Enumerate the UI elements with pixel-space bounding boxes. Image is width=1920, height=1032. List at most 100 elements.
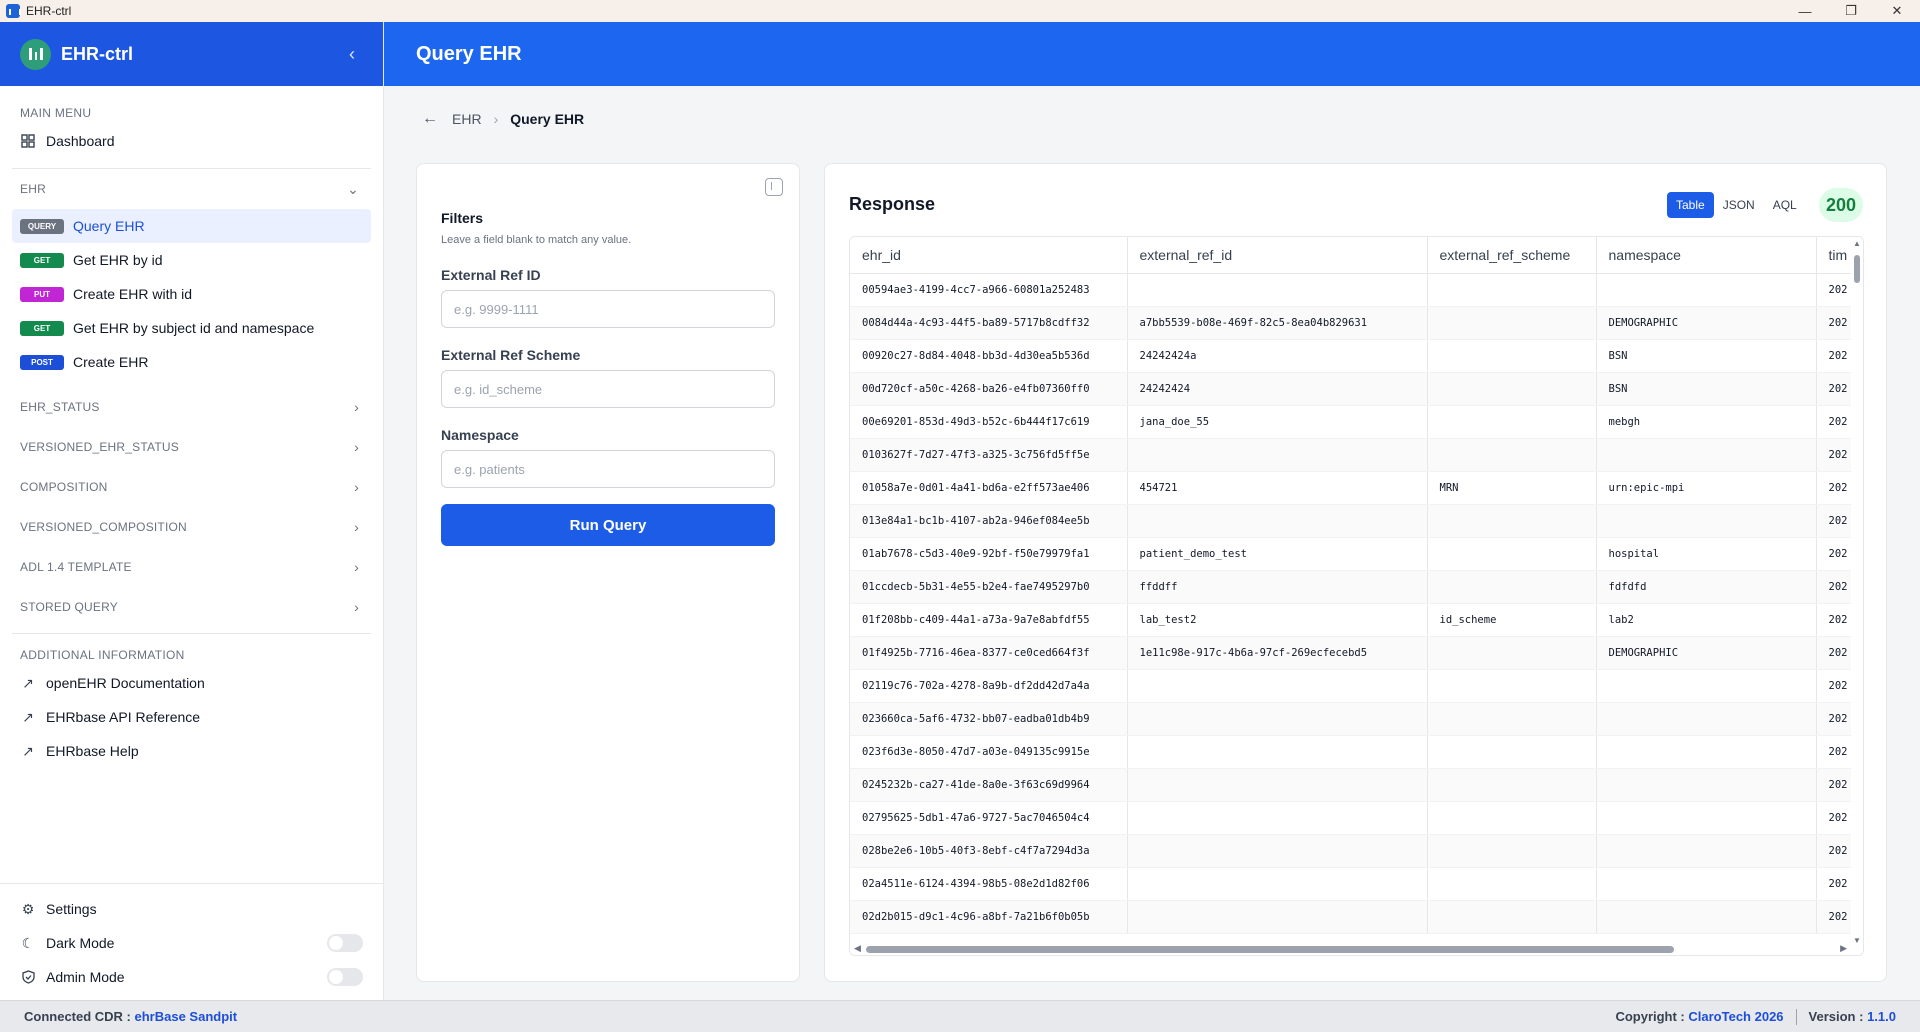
group-versioned-ehr-status[interactable]: VERSIONED_EHR_STATUS › [0,427,383,467]
table-row[interactable]: 023660ca-5af6-4732-bb07-eadba01db4b9 202 [850,702,1863,736]
table-cell: BSN [1596,372,1817,406]
link-label: EHRbase API Reference [46,709,201,725]
copyright-value: ClaroTech 2026 [1688,1009,1784,1024]
maximize-button[interactable]: ❐ [1828,0,1874,22]
table-cell [1596,702,1817,736]
table-row[interactable]: 01ccdecb-5b31-4e55-b2e4-fae7495297b0 ffdd… [850,570,1863,604]
sidebar-item-dashboard[interactable]: Dashboard [0,124,383,158]
endpoint-create-ehr-with-id[interactable]: PUT Create EHR with id [12,277,371,311]
minimize-button[interactable]: — [1782,0,1828,22]
view-tabs: Table JSON AQL [1667,192,1806,218]
table-cell [1596,504,1817,538]
link-ehrbase-api[interactable]: ↗ EHRbase API Reference [0,700,383,734]
table-cell: lab2 [1596,603,1817,637]
endpoint-get-ehr-by-id[interactable]: GET Get EHR by id [12,243,371,277]
group-ehr-status[interactable]: EHR_STATUS › [0,387,383,427]
run-query-button[interactable]: Run Query [441,504,775,546]
ext-ref-id-input[interactable] [441,290,775,328]
table-cell: 01058a7e-0d01-4a41-bd6a-e2ff573ae406 [850,471,1128,505]
horizontal-scroll-thumb[interactable] [866,946,1674,953]
table-row[interactable]: 00920c27-8d84-4048-bb3d-4d30ea5b536d 2424… [850,339,1863,373]
group-versioned-composition[interactable]: VERSIONED_COMPOSITION › [0,507,383,547]
vertical-scrollbar[interactable]: ▲ ▼ [1851,237,1863,945]
tab-aql[interactable]: AQL [1763,192,1806,218]
link-ehrbase-help[interactable]: ↗ EHRbase Help [0,734,383,768]
table-row[interactable]: 00594ae3-4199-4cc7-a966-60801a252483 202 [850,273,1863,307]
brand-logo-icon [20,38,51,70]
close-button[interactable]: ✕ [1874,0,1920,22]
back-arrow-icon[interactable]: ← [422,110,438,128]
table-row[interactable]: 0103627f-7d27-47f3-a325-3c756fd5ff5e 202 [850,438,1863,472]
table-cell [1427,669,1597,703]
breadcrumb-parent[interactable]: EHR [452,111,482,127]
column-header[interactable]: external_ref_id [1127,237,1428,274]
scroll-left-icon[interactable]: ◀ [854,943,861,954]
table-row[interactable]: 023f6d3e-8050-47d7-a03e-049135c9915e 202 [850,735,1863,769]
breadcrumb-current: Query EHR [510,111,585,127]
collapse-panel-icon[interactable] [765,178,783,196]
table-row[interactable]: 02119c76-702a-4278-8a9b-df2dd42d7a4a 202 [850,669,1863,703]
table-cell: 01f208bb-c409-44a1-a73a-9a7e8abfdf55 [850,603,1128,637]
horizontal-scrollbar[interactable]: ◀ ▶ [850,943,1863,955]
ehr-group-header[interactable]: EHR ⌄ [0,169,383,209]
table-cell [1127,702,1428,736]
connected-label: Connected CDR : [24,1009,131,1024]
table-cell [1127,801,1428,835]
tab-table[interactable]: Table [1667,192,1714,218]
table-row[interactable]: 028be2e6-10b5-40f3-8ebf-c4f7a7294d3a 202 [850,834,1863,868]
ext-ref-scheme-input[interactable] [441,370,775,408]
table-row[interactable]: 01f4925b-7716-46ea-8377-ce0ced664f3f 1e11… [850,636,1863,670]
table-cell [1427,405,1597,439]
external-link-icon: ↗ [22,742,34,759]
table-row[interactable]: 00e69201-853d-49d3-b52c-6b444f17c619 jana… [850,405,1863,439]
table-row[interactable]: 00d720cf-a50c-4268-ba26-e4fb07360ff0 2424… [850,372,1863,406]
table-row[interactable]: 02a4511e-6124-4394-98b5-08e2d1d82f06 202 [850,867,1863,901]
endpoint-query-ehr[interactable]: QUERY Query EHR [12,209,371,243]
table-row[interactable]: 0084d44a-4c93-44f5-ba89-5717b8cdff32 a7bb… [850,306,1863,340]
table-cell: patient_demo_test [1127,537,1428,571]
sidebar-item-settings[interactable]: ⚙ Settings [0,892,383,926]
table-cell: 0103627f-7d27-47f3-a325-3c756fd5ff5e [850,438,1128,472]
column-header[interactable]: external_ref_scheme [1427,237,1597,274]
filters-panel: Filters Leave a field blank to match any… [416,163,800,982]
admin-mode-toggle[interactable] [327,968,363,986]
collapse-sidebar-icon[interactable]: ‹ [349,44,355,65]
table-cell [1427,339,1597,373]
table-row[interactable]: 0245232b-ca27-41de-8a0e-3f63c69d9964 202 [850,768,1863,802]
column-header[interactable]: ehr_id [850,237,1128,274]
table-cell: DEMOGRAPHIC [1596,636,1817,670]
table-row[interactable]: 01ab7678-c5d3-40e9-92bf-f50e79979fa1 pati… [850,537,1863,571]
table-cell [1127,273,1428,307]
method-badge: GET [20,320,64,336]
table-row[interactable]: 013e84a1-bc1b-4107-ab2a-946ef084ee5b 202 [850,504,1863,538]
group-stored-query[interactable]: STORED QUERY › [0,587,383,627]
group-label: EHR_STATUS [20,400,100,414]
table-cell: mebgh [1596,405,1817,439]
endpoint-create-ehr[interactable]: POST Create EHR [12,345,371,379]
table-cell [1427,570,1597,604]
table-cell: 0084d44a-4c93-44f5-ba89-5717b8cdff32 [850,306,1128,340]
footer-info: Copyright : ClaroTech 2026 Version : 1.1… [1615,1008,1896,1025]
table-row[interactable]: 01f208bb-c409-44a1-a73a-9a7e8abfdf55 lab_… [850,603,1863,637]
column-header[interactable]: namespace [1596,237,1817,274]
vertical-scroll-thumb[interactable] [1854,255,1860,283]
table-row[interactable]: 02d2b015-d9c1-4c96-a8bf-7a21b6f0b05b 202 [850,900,1863,934]
scroll-up-icon[interactable]: ▲ [1853,239,1861,248]
moon-icon: ☾ [21,934,35,951]
namespace-input[interactable] [441,450,775,488]
dark-mode-toggle[interactable] [327,934,363,952]
table-row[interactable]: 01058a7e-0d01-4a41-bd6a-e2ff573ae406 4547… [850,471,1863,505]
window-titlebar: EHR-ctrl — ❐ ✕ [0,0,1920,22]
table-row[interactable]: 02795625-5db1-47a6-9727-5ac7046504c4 202 [850,801,1863,835]
connected-cdr-link[interactable]: ehrBase Sandpit [135,1009,238,1024]
link-openehr-docs[interactable]: ↗ openEHR Documentation [0,666,383,700]
table-cell [1596,834,1817,868]
group-adl-template[interactable]: ADL 1.4 TEMPLATE › [0,547,383,587]
tab-json[interactable]: JSON [1713,192,1764,218]
table-cell [1127,438,1428,472]
additional-info-label: ADDITIONAL INFORMATION [20,648,185,662]
scroll-right-icon[interactable]: ▶ [1840,943,1847,954]
endpoint-get-ehr-by-subject[interactable]: GET Get EHR by subject id and namespace [12,311,371,345]
group-composition[interactable]: COMPOSITION › [0,467,383,507]
table-cell [1596,273,1817,307]
